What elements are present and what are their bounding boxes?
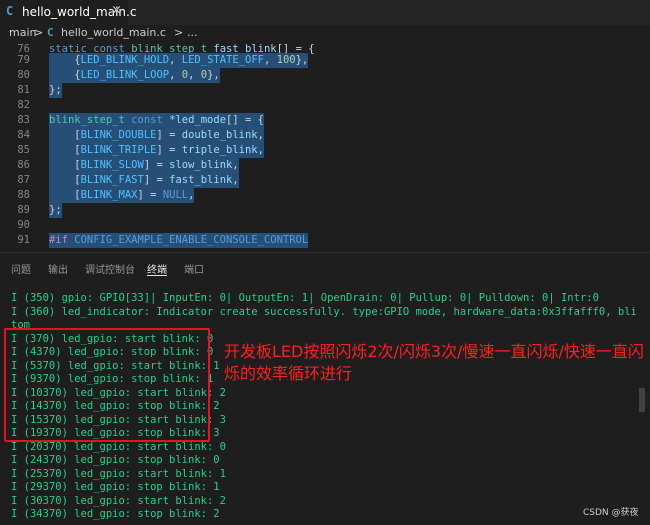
code-line: 89 }; [0,203,650,218]
line-number: 80 [17,69,30,81]
line-number: 85 [17,144,30,156]
tab-debug-console[interactable]: 调试控制台 [85,261,135,276]
annotation-text: 开发板LED按照闪烁2次/闪烁3次/慢速一直闪烁/快速一直闪烁的效率循环进行 [224,342,644,383]
terminal-scrollbar[interactable] [639,388,645,412]
line-number: 91 [17,234,30,246]
code-text: blink_step_t const *led_mode[] = { [49,113,264,128]
active-tab-indicator [147,275,167,276]
code-line: 81 }; [0,83,650,98]
line-number: 87 [17,174,30,186]
terminal-line: I (20370) led_gpio: start blink: 0 [11,441,226,453]
code-line: 82 [0,98,650,113]
line-number: 84 [17,129,30,141]
breadcrumb-folder[interactable]: main [9,26,36,39]
line-number: 86 [17,159,30,171]
line-number: 81 [17,84,30,96]
code-text: #if CONFIG_EXAMPLE_ENABLE_CONSOLE_CONTRO… [49,233,309,248]
code-text: [BLINK_TRIPLE] = triple_blink, [49,143,264,158]
code-line: 84 [BLINK_DOUBLE] = double_blink, [0,128,650,143]
terminal-line: I (29370) led_gpio: stop blink: 1 [11,481,220,493]
code-editor[interactable]: 76 static const blink_step_t fast_blink[… [0,42,650,252]
code-text: }; [49,83,62,98]
terminal-line: I (34370) led_gpio: stop blink: 2 [11,508,220,520]
terminal-line: I (25370) led_gpio: start blink: 1 [11,468,226,480]
line-number: 89 [17,204,30,216]
code-line: 85 [BLINK_TRIPLE] = triple_blink, [0,143,650,158]
panel-tab-bar: 问题 输出 调试控制台 终端 端口 [0,258,650,280]
terminal-line: I (360) led_indicator: Indicator create … [11,306,636,318]
code-line: 83 blink_step_t const *led_mode[] = { [0,113,650,128]
close-icon[interactable]: × [111,3,122,18]
tab-hello-world-main[interactable]: C hello_world_main.c × [0,0,136,25]
breadcrumb: main > C hello_world_main.c > ... [0,25,650,42]
breadcrumb-more[interactable]: ... [187,26,198,39]
tab-problems[interactable]: 问题 [11,261,31,276]
code-text: [BLINK_MAX] = NULL, [49,188,195,203]
code-line: 88 [BLINK_MAX] = NULL, [0,188,650,203]
code-text: {LED_BLINK_LOOP, 0, 0}, [49,68,220,83]
code-line: 80 {LED_BLINK_LOOP, 0, 0}, [0,68,650,83]
c-file-icon: C [6,4,14,18]
code-line: 87 [BLINK_FAST] = fast_blink, [0,173,650,188]
editor-tab-bar: C hello_world_main.c × [0,0,650,25]
code-line: 86 [BLINK_SLOW] = slow_blink, [0,158,650,173]
tab-ports[interactable]: 端口 [184,261,204,276]
watermark: CSDN @获夜 [583,508,639,518]
code-line: 79 {LED_BLINK_HOLD, LED_STATE_OFF, 100}, [0,53,650,68]
tab-output[interactable]: 输出 [48,261,68,276]
terminal-line: I (350) gpio: GPIO[33]| InputEn: 0| Outp… [11,292,599,304]
code-text: {LED_BLINK_HOLD, LED_STATE_OFF, 100}, [49,53,309,68]
chevron-right-icon: > [174,26,184,39]
line-number: 90 [17,219,30,231]
line-number: 79 [17,54,30,66]
code-text: [BLINK_FAST] = fast_blink, [49,173,239,188]
code-text: [BLINK_DOUBLE] = double_blink, [49,128,264,143]
line-number: 88 [17,189,30,201]
terminal-line: I (30370) led_gpio: start blink: 2 [11,495,226,507]
tab-terminal[interactable]: 终端 [147,261,167,276]
line-number: 82 [17,99,30,111]
chevron-right-icon: > [34,26,44,39]
breadcrumb-file[interactable]: hello_world_main.c [61,26,166,39]
code-text: }; [49,203,62,218]
terminal-line: I (24370) led_gpio: stop blink: 0 [11,454,220,466]
line-number: 83 [17,114,30,126]
highlight-box [4,328,210,442]
c-file-icon: C [47,26,54,39]
panel-divider[interactable] [0,252,650,253]
code-line: 91 #if CONFIG_EXAMPLE_ENABLE_CONSOLE_CON… [0,233,650,248]
code-line: 90 [0,218,650,233]
code-text: [BLINK_SLOW] = slow_blink, [49,158,239,173]
